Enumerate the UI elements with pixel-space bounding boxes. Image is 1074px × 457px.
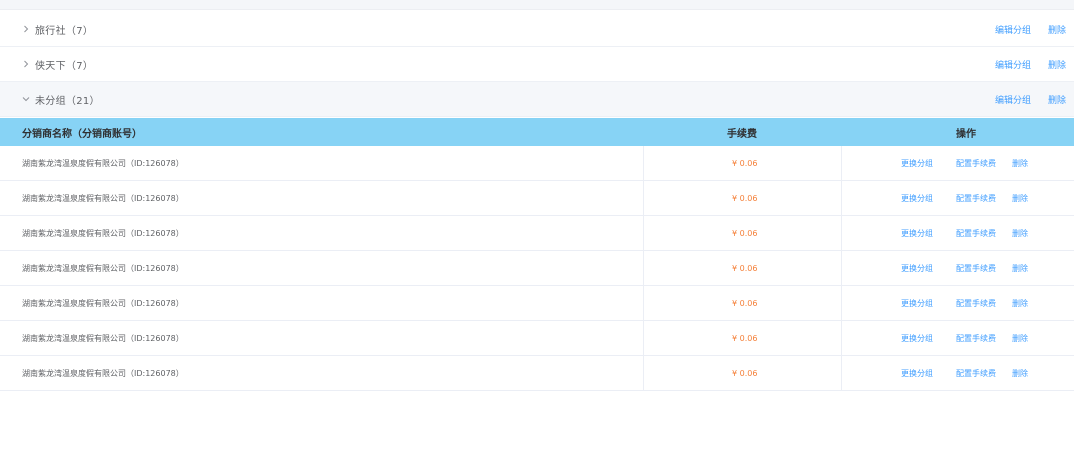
delete-link[interactable]: 删除 — [1012, 356, 1028, 390]
column-divider — [841, 216, 842, 250]
chevron-down-icon[interactable] — [22, 82, 30, 116]
config-fee-link[interactable]: 配置手续费 — [956, 251, 996, 285]
column-header-operations: 操作 — [956, 128, 976, 140]
table-row: 湖南紫龙湾温泉度假有限公司（ID:126078） ¥ 0.06 更换分组 配置手… — [0, 356, 1074, 391]
column-divider — [643, 286, 644, 320]
edit-group-button[interactable]: 编辑分组 — [995, 23, 1031, 36]
change-group-link[interactable]: 更换分组 — [901, 321, 933, 355]
table-row: 湖南紫龙湾温泉度假有限公司（ID:126078） ¥ 0.06 更换分组 配置手… — [0, 216, 1074, 251]
distributor-name: 湖南紫龙湾温泉度假有限公司（ID:126078） — [22, 193, 184, 203]
distributor-group-page: 旅行社（7） 编辑分组 删除 侠天下（7） 编辑分组 删除 未分组（21） 编辑… — [0, 0, 1074, 457]
distributor-name: 湖南紫龙湾温泉度假有限公司（ID:126078） — [22, 368, 184, 378]
column-divider — [643, 181, 644, 215]
column-header-name: 分销商名称（分销商账号） — [22, 128, 142, 140]
table-row: 湖南紫龙湾温泉度假有限公司（ID:126078） ¥ 0.06 更换分组 配置手… — [0, 251, 1074, 286]
config-fee-link[interactable]: 配置手续费 — [956, 181, 996, 215]
change-group-link[interactable]: 更换分组 — [901, 146, 933, 180]
column-divider — [841, 251, 842, 285]
change-group-link[interactable]: 更换分组 — [901, 251, 933, 285]
delete-link[interactable]: 删除 — [1012, 181, 1028, 215]
delete-link[interactable]: 删除 — [1012, 251, 1028, 285]
table-row: 湖南紫龙湾温泉度假有限公司（ID:126078） ¥ 0.06 更换分组 配置手… — [0, 286, 1074, 321]
delete-group-button[interactable]: 删除 — [1048, 23, 1066, 36]
chevron-right-icon[interactable] — [22, 12, 30, 46]
table-row: 湖南紫龙湾温泉度假有限公司（ID:126078） ¥ 0.06 更换分组 配置手… — [0, 146, 1074, 181]
edit-group-button[interactable]: 编辑分组 — [995, 93, 1031, 106]
config-fee-link[interactable]: 配置手续费 — [956, 286, 996, 320]
column-header-fee: 手续费 — [727, 128, 757, 140]
distributor-name: 湖南紫龙湾温泉度假有限公司（ID:126078） — [22, 158, 184, 168]
group-row-travel-agency[interactable]: 旅行社（7） 编辑分组 删除 — [0, 12, 1074, 47]
fee-value: ¥ 0.06 — [732, 368, 758, 378]
change-group-link[interactable]: 更换分组 — [901, 216, 933, 250]
chevron-right-icon[interactable] — [22, 47, 30, 81]
delete-link[interactable]: 删除 — [1012, 286, 1028, 320]
column-divider — [643, 251, 644, 285]
fee-value: ¥ 0.06 — [732, 263, 758, 273]
delete-link[interactable]: 删除 — [1012, 216, 1028, 250]
distributor-name: 湖南紫龙湾温泉度假有限公司（ID:126078） — [22, 333, 184, 343]
column-divider — [841, 181, 842, 215]
change-group-link[interactable]: 更换分组 — [901, 286, 933, 320]
fee-value: ¥ 0.06 — [732, 298, 758, 308]
delete-group-button[interactable]: 删除 — [1048, 58, 1066, 71]
fee-value: ¥ 0.06 — [732, 193, 758, 203]
table-row: 湖南紫龙湾温泉度假有限公司（ID:126078） ¥ 0.06 更换分组 配置手… — [0, 321, 1074, 356]
config-fee-link[interactable]: 配置手续费 — [956, 356, 996, 390]
change-group-link[interactable]: 更换分组 — [901, 356, 933, 390]
edit-group-button[interactable]: 编辑分组 — [995, 58, 1031, 71]
column-divider — [841, 321, 842, 355]
column-divider — [643, 146, 644, 180]
column-divider — [643, 356, 644, 390]
table-row: 湖南紫龙湾温泉度假有限公司（ID:126078） ¥ 0.06 更换分组 配置手… — [0, 181, 1074, 216]
column-divider — [643, 216, 644, 250]
column-divider — [841, 146, 842, 180]
group-row-xiatianxia[interactable]: 侠天下（7） 编辑分组 删除 — [0, 47, 1074, 82]
distributor-name: 湖南紫龙湾温泉度假有限公司（ID:126078） — [22, 263, 184, 273]
delete-group-button[interactable]: 删除 — [1048, 93, 1066, 106]
config-fee-link[interactable]: 配置手续费 — [956, 321, 996, 355]
column-divider — [841, 356, 842, 390]
change-group-link[interactable]: 更换分组 — [901, 181, 933, 215]
group-name: 未分组（21） — [35, 95, 100, 107]
fee-value: ¥ 0.06 — [732, 228, 758, 238]
column-divider — [643, 321, 644, 355]
config-fee-link[interactable]: 配置手续费 — [956, 216, 996, 250]
distributor-name: 湖南紫龙湾温泉度假有限公司（ID:126078） — [22, 228, 184, 238]
fee-value: ¥ 0.06 — [732, 158, 758, 168]
column-divider — [841, 286, 842, 320]
group-name: 侠天下（7） — [35, 60, 94, 72]
distributor-name: 湖南紫龙湾温泉度假有限公司（ID:126078） — [22, 298, 184, 308]
distributor-table-header: 分销商名称（分销商账号） 手续费 操作 — [0, 118, 1074, 146]
top-strip — [0, 0, 1074, 10]
group-row-ungrouped[interactable]: 未分组（21） 编辑分组 删除 — [0, 82, 1074, 117]
delete-link[interactable]: 删除 — [1012, 146, 1028, 180]
fee-value: ¥ 0.06 — [732, 333, 758, 343]
config-fee-link[interactable]: 配置手续费 — [956, 146, 996, 180]
group-name: 旅行社（7） — [35, 25, 94, 37]
delete-link[interactable]: 删除 — [1012, 321, 1028, 355]
